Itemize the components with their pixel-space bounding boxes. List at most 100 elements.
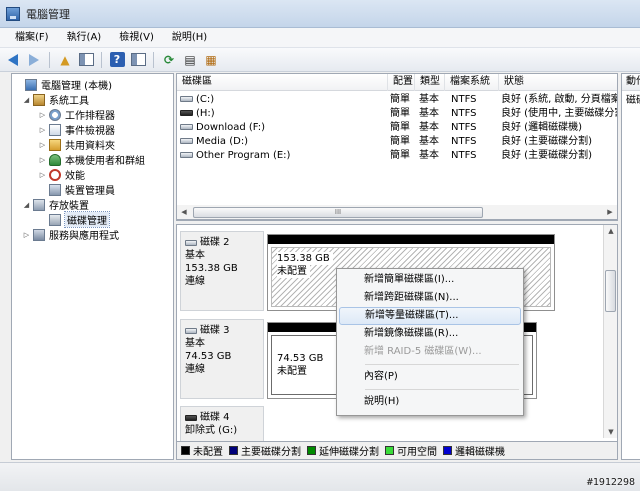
legend-swatch	[181, 446, 190, 455]
legend-item: 邏輯磁碟機	[443, 443, 505, 458]
tree-item-label: 工作排程器	[65, 111, 115, 122]
legend-swatch	[443, 446, 452, 455]
disk-view-vertical-scrollbar[interactable]: ▲ ▼	[603, 225, 617, 438]
list-view-button[interactable]	[129, 51, 147, 69]
disk-type: 卸除式 (G:)	[185, 425, 238, 436]
tree-item-disk-management[interactable]: 磁碟管理	[38, 211, 110, 228]
tree-item-shared-folders[interactable]: ▷ 共用資料夾	[38, 137, 115, 152]
volume-list-header: 磁碟區 配置 類型 檔案系統 狀態	[177, 74, 617, 91]
volume-type: 基本	[419, 122, 439, 133]
forward-button[interactable]	[25, 51, 43, 69]
shared-folder-icon	[49, 138, 61, 151]
disk-4-label[interactable]: 磁碟 4 卸除式 (G:)	[180, 406, 264, 446]
menu-properties[interactable]: 內容(P)	[339, 368, 521, 386]
menu-help[interactable]: 說明(H)	[163, 28, 216, 48]
toolbar-separator	[153, 51, 154, 68]
show-hide-tree-button[interactable]	[77, 51, 95, 69]
column-header-type[interactable]: 類型	[415, 74, 445, 91]
menu-new-mirrored-volume[interactable]: 新增鏡像磁碟區(R)...	[339, 325, 521, 343]
menu-new-simple-volume[interactable]: 新增簡單磁碟區(I)...	[339, 271, 521, 289]
table-row[interactable]: (C:) 簡單 基本 NTFS 良好 (系統, 啟動, 分頁檔案, 作用中...	[177, 93, 617, 107]
expand-arrow-icon[interactable]: ▷	[22, 231, 31, 239]
column-header-layout[interactable]: 配置	[388, 74, 415, 91]
expand-arrow-icon[interactable]: ▷	[38, 171, 47, 179]
tree-item-local-users-groups[interactable]: ▷ 本機使用者和群組	[38, 152, 145, 167]
legend-item: 主要磁碟分割	[229, 443, 301, 458]
help-button[interactable]: ?	[108, 51, 126, 69]
legend-label: 未配置	[193, 447, 223, 458]
column-header-volume[interactable]: 磁碟區	[177, 74, 388, 91]
services-icon	[33, 228, 45, 241]
tree-item-label: 效能	[65, 171, 85, 182]
volume-status: 良好 (使用中, 主要磁碟分割)	[501, 108, 618, 119]
table-row[interactable]: Download (F:) 簡單 基本 NTFS 良好 (邏輯磁碟機)	[177, 121, 617, 135]
menu-file[interactable]: 檔案(F)	[6, 28, 58, 48]
tree-item-device-manager[interactable]: 裝置管理員	[38, 182, 115, 197]
volume-name: Media (D:)	[196, 136, 249, 147]
volume-layout: 簡單	[390, 94, 410, 105]
back-button[interactable]	[4, 51, 22, 69]
drive-icon	[180, 138, 193, 144]
scroll-left-arrow-icon[interactable]: ◀	[177, 208, 191, 216]
scroll-right-arrow-icon[interactable]: ▶	[603, 208, 617, 216]
table-row[interactable]: Other Program (E:) 簡單 基本 NTFS 良好 (主要磁碟分割…	[177, 149, 617, 163]
column-header-filesystem[interactable]: 檔案系統	[445, 74, 499, 91]
panel-icon	[78, 53, 94, 66]
scroll-thumb[interactable]: III	[193, 206, 483, 218]
tree-item-label: 電腦管理 (本機)	[41, 81, 112, 92]
tree-item-computer-management[interactable]: 電腦管理 (本機)	[14, 77, 112, 92]
toolbar-separator	[101, 51, 102, 68]
up-button[interactable]: ▲	[56, 51, 74, 69]
volume-type: 基本	[419, 94, 439, 105]
menu-help-item[interactable]: 說明(H)	[339, 393, 521, 411]
forward-arrow-icon	[29, 53, 39, 66]
tree-item-services-applications[interactable]: ▷ 服務與應用程式	[22, 227, 119, 242]
partition-state: 未配置	[277, 365, 310, 378]
drive-icon	[180, 152, 193, 158]
volume-name: Download (F:)	[196, 122, 266, 133]
scroll-track[interactable]: III	[191, 206, 603, 219]
toolbar: ▲ ? ⟳ ▤ ▦	[0, 48, 640, 72]
partition-bar	[268, 235, 554, 244]
column-header-status[interactable]: 狀態	[499, 74, 617, 91]
tree-item-performance[interactable]: ▷ 效能	[38, 167, 85, 182]
legend-item: 可用空間	[385, 443, 437, 458]
disk-3-label[interactable]: 磁碟 3 基本 74.53 GB 連線	[180, 319, 264, 399]
menu-new-spanned-volume[interactable]: 新增跨距磁碟區(N)...	[339, 289, 521, 307]
expand-arrow-icon[interactable]: ▷	[38, 126, 47, 134]
volume-list-horizontal-scrollbar[interactable]: ◀ III ▶	[176, 205, 618, 220]
expand-arrow-icon[interactable]: ▷	[38, 111, 47, 119]
volume-layout: 簡單	[390, 108, 410, 119]
collapse-arrow-icon[interactable]: ◢	[22, 96, 31, 104]
disk-2-label[interactable]: 磁碟 2 基本 153.38 GB 連線	[180, 231, 264, 311]
tree-item-label: 共用資料夾	[65, 141, 115, 152]
expand-arrow-icon[interactable]: ▷	[38, 141, 47, 149]
toolbar-separator	[49, 51, 50, 68]
refresh-button[interactable]: ⟳	[160, 51, 178, 69]
clock-icon	[49, 108, 61, 121]
disk-icon	[185, 239, 197, 246]
tree-item-task-scheduler[interactable]: ▷ 工作排程器	[38, 107, 115, 122]
scroll-down-arrow-icon[interactable]: ▼	[604, 428, 618, 436]
disk-size: 74.53 GB	[185, 351, 232, 362]
tree-item-storage[interactable]: ◢ 存放裝置	[22, 197, 89, 212]
watermark: #1912298	[586, 477, 635, 488]
table-row[interactable]: (H:) 簡單 基本 NTFS 良好 (使用中, 主要磁碟分割)	[177, 107, 618, 121]
scroll-thumb[interactable]	[605, 270, 616, 312]
tree-item-event-viewer[interactable]: ▷ 事件檢視器	[38, 122, 115, 137]
expand-arrow-icon[interactable]: ▷	[38, 156, 47, 164]
actions-item-disk-management[interactable]: 磁碟管理	[622, 94, 640, 108]
tree-item-system-tools[interactable]: ◢ 系統工具	[22, 92, 89, 107]
performance-icon	[49, 168, 61, 181]
menu-action[interactable]: 執行(A)	[58, 28, 111, 48]
export-icon: ▦	[205, 52, 217, 67]
scroll-up-arrow-icon[interactable]: ▲	[604, 227, 618, 235]
menu-view[interactable]: 檢視(V)	[110, 28, 163, 48]
collapse-arrow-icon[interactable]: ◢	[22, 201, 31, 209]
export-button[interactable]: ▦	[202, 51, 220, 69]
properties-button[interactable]: ▤	[181, 51, 199, 69]
table-row[interactable]: Media (D:) 簡單 基本 NTFS 良好 (主要磁碟分割)	[177, 135, 617, 149]
removable-drive-icon	[180, 110, 193, 116]
tree-item-label: 服務與應用程式	[49, 231, 119, 242]
menu-new-striped-volume[interactable]: 新增等量磁碟區(T)...	[339, 307, 521, 325]
